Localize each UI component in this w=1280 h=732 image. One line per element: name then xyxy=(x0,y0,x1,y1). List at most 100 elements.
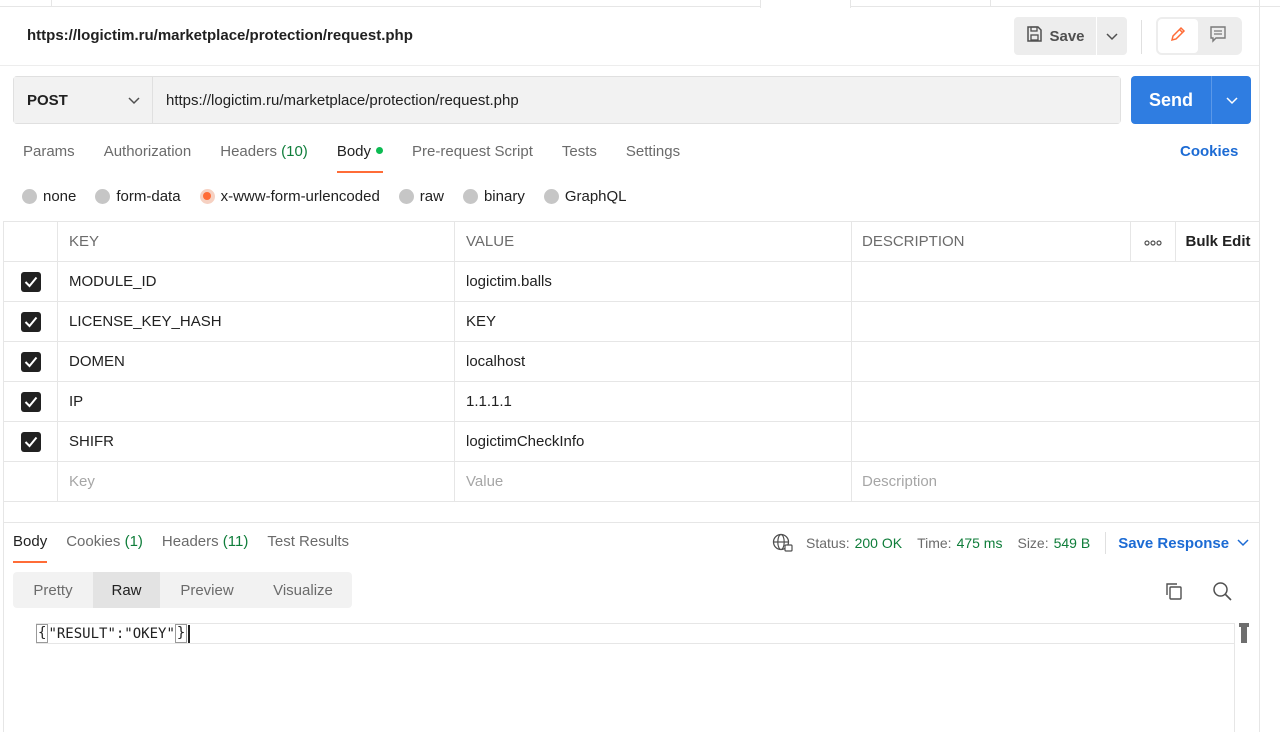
column-header-key: KEY xyxy=(58,222,455,261)
format-raw[interactable]: Raw xyxy=(93,572,160,608)
column-header-description: DESCRIPTION xyxy=(852,222,1131,261)
params-table: KEY VALUE DESCRIPTION Bulk Edit MODULE_I… xyxy=(3,221,1260,502)
key-cell[interactable]: IP xyxy=(58,382,455,421)
tab-label: Params xyxy=(23,143,75,160)
radio-label: raw xyxy=(419,187,444,205)
status-value[interactable]: 200 OK xyxy=(855,535,902,551)
tab-pre-request-script[interactable]: Pre-request Script xyxy=(412,143,533,173)
chevron-down-icon xyxy=(1237,539,1249,547)
copy-icon[interactable] xyxy=(1162,579,1186,603)
value-cell[interactable]: KEY xyxy=(455,302,852,341)
scrollbar-thumb[interactable] xyxy=(1239,623,1249,643)
globe-icon[interactable] xyxy=(772,533,793,553)
pencil-icon xyxy=(1169,25,1187,47)
mode-toggle xyxy=(1156,17,1242,55)
description-cell[interactable] xyxy=(852,382,1260,421)
chevron-down-icon xyxy=(1106,28,1118,45)
row-checkbox-cell xyxy=(4,462,58,501)
send-options-button[interactable] xyxy=(1212,76,1251,124)
new-description-input[interactable]: Description xyxy=(852,462,1260,501)
value-cell[interactable]: localhost xyxy=(455,342,852,381)
tab-label: Settings xyxy=(625,143,681,160)
tab-settings[interactable]: Settings xyxy=(626,143,680,173)
row-checkbox[interactable] xyxy=(20,391,41,412)
response-status: Status: 200 OK Time: 475 ms Size: 549 B … xyxy=(772,532,1249,554)
radio-button[interactable] xyxy=(22,188,37,204)
url-input[interactable]: https://logictim.ru/marketplace/protecti… xyxy=(153,77,1120,123)
status-label: Status: xyxy=(806,535,850,551)
tab-headers[interactable]: Headers (10) xyxy=(220,143,308,173)
format-visualize[interactable]: Visualize xyxy=(254,572,352,608)
search-icon[interactable] xyxy=(1210,579,1234,603)
description-cell[interactable] xyxy=(852,302,1260,341)
radio-button-selected[interactable] xyxy=(199,188,215,204)
header-check-cell xyxy=(4,222,58,261)
response-divider[interactable] xyxy=(3,522,1260,523)
table-header-row: KEY VALUE DESCRIPTION Bulk Edit xyxy=(4,222,1260,262)
key-cell[interactable]: LICENSE_KEY_HASH xyxy=(58,302,455,341)
comment-icon xyxy=(1209,25,1227,47)
tab-authorization[interactable]: Authorization xyxy=(104,143,192,173)
radio-raw[interactable]: raw xyxy=(398,187,444,205)
more-icon xyxy=(1144,233,1162,250)
key-cell[interactable]: DOMEN xyxy=(58,342,455,381)
tab-params[interactable]: Params xyxy=(23,143,75,173)
save-options-button[interactable] xyxy=(1097,17,1127,55)
key-cell[interactable]: MODULE_ID xyxy=(58,262,455,301)
row-checkbox[interactable] xyxy=(20,271,41,292)
tab-tests[interactable]: Tests xyxy=(562,143,597,173)
cookies-link[interactable]: Cookies xyxy=(1180,143,1238,160)
divider xyxy=(1141,20,1142,54)
radio-button[interactable] xyxy=(543,188,559,204)
save-response-button[interactable]: Save Response xyxy=(1118,535,1249,552)
edit-mode-button[interactable] xyxy=(1158,19,1198,53)
value-cell[interactable]: logictim.balls xyxy=(455,262,852,301)
response-tab-test-results[interactable]: Test Results xyxy=(267,533,349,563)
new-key-input[interactable]: Key xyxy=(58,462,455,501)
editor-scrollbar[interactable] xyxy=(1235,623,1252,644)
bulk-edit-button[interactable]: Bulk Edit xyxy=(1176,222,1260,261)
text-cursor xyxy=(188,624,191,643)
format-preview[interactable]: Preview xyxy=(160,572,254,608)
save-icon xyxy=(1025,25,1043,47)
time-value[interactable]: 475 ms xyxy=(957,535,1003,551)
description-cell[interactable] xyxy=(852,262,1260,301)
active-tab-edge[interactable] xyxy=(760,0,851,8)
save-label: Save xyxy=(1049,27,1085,45)
radio-form-data[interactable]: form-data xyxy=(95,187,181,205)
comment-mode-button[interactable] xyxy=(1198,19,1238,53)
response-tab-body[interactable]: Body xyxy=(13,533,48,563)
radio-button[interactable] xyxy=(462,188,478,204)
description-cell[interactable] xyxy=(852,422,1260,461)
key-cell[interactable]: SHIFR xyxy=(58,422,455,461)
radio-binary[interactable]: binary xyxy=(462,187,525,205)
size-value[interactable]: 549 B xyxy=(1054,535,1091,551)
response-tab-cookies[interactable]: Cookies (1) xyxy=(66,533,143,563)
radio-button[interactable] xyxy=(398,188,414,204)
row-checkbox[interactable] xyxy=(20,311,41,332)
radio-label: binary xyxy=(483,187,525,205)
row-checkbox[interactable] xyxy=(20,351,41,372)
response-tabs: Body Cookies (1) Headers (11) Test Resul… xyxy=(13,533,368,563)
response-body-editor[interactable]: { "RESULT":"OKEY" } xyxy=(36,623,1234,644)
column-options-button[interactable] xyxy=(1131,222,1176,261)
radio-graphql[interactable]: GraphQL xyxy=(543,188,627,205)
radio-none[interactable]: none xyxy=(22,188,76,205)
tab-body[interactable]: Body xyxy=(336,143,384,173)
value-cell[interactable]: logictimCheckInfo xyxy=(455,422,852,461)
method-select[interactable]: POST xyxy=(14,77,153,123)
send-group: Send xyxy=(1131,76,1251,124)
response-tab-headers[interactable]: Headers (11) xyxy=(162,533,248,563)
value-cell[interactable]: 1.1.1.1 xyxy=(455,382,852,421)
row-checkbox[interactable] xyxy=(20,431,41,452)
radio-button[interactable] xyxy=(95,188,111,204)
send-button[interactable]: Send xyxy=(1131,76,1212,124)
radio-x-www-form-urlencoded[interactable]: x-www-form-urlencoded xyxy=(199,188,380,205)
request-title[interactable]: https://logictim.ru/marketplace/protecti… xyxy=(27,27,413,44)
format-pretty[interactable]: Pretty xyxy=(13,572,93,608)
new-value-input[interactable]: Value xyxy=(455,462,852,501)
request-tabs: Params Authorization Headers (10) Body P… xyxy=(23,143,709,173)
radio-label: form-data xyxy=(116,187,181,205)
save-button[interactable]: Save xyxy=(1014,17,1097,55)
description-cell[interactable] xyxy=(852,342,1260,381)
